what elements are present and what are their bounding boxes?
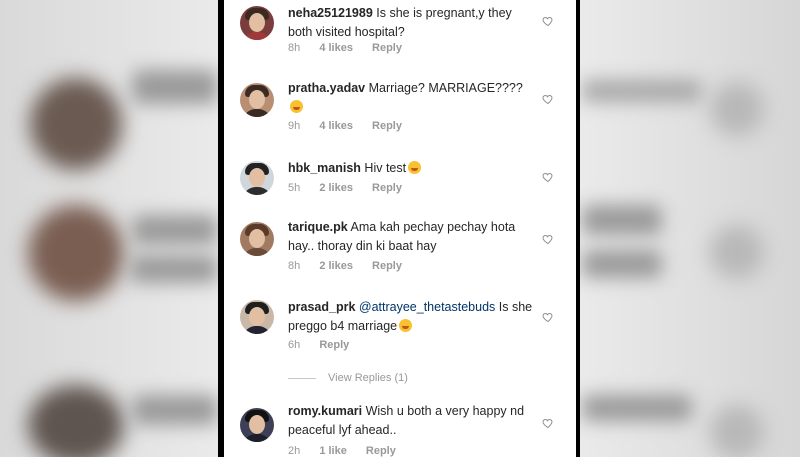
emoji-icon — [399, 319, 413, 332]
comment-likes[interactable]: 1 like — [319, 445, 347, 457]
blurred-text — [132, 395, 218, 425]
blurred-avatar — [28, 385, 124, 457]
heart-outline-icon[interactable] — [542, 93, 554, 105]
comment-mention[interactable]: @attrayee_thetastebuds — [359, 300, 495, 314]
blurred-text — [582, 250, 662, 278]
avatar[interactable] — [240, 6, 274, 40]
comment-username[interactable]: prasad_prk — [288, 300, 355, 314]
avatar[interactable] — [240, 161, 274, 195]
comment-body: Marriage? MARRIAGE???? — [368, 81, 523, 95]
view-replies-link[interactable]: View Replies (1) — [288, 372, 408, 384]
divider-line — [288, 377, 316, 379]
comment-username[interactable]: romy.kumari — [288, 404, 362, 418]
comment-text: romy.kumari Wish u both a very happy nd … — [288, 402, 538, 440]
comment-meta: 5h 2 likes Reply — [288, 182, 418, 194]
comment-username[interactable]: neha25121989 — [288, 6, 373, 20]
comment-meta: 2h 1 like Reply — [288, 445, 412, 457]
avatar[interactable] — [240, 300, 274, 334]
blurred-heart — [710, 82, 764, 136]
comment-time: 2h — [288, 445, 301, 457]
comment-meta: 8h 4 likes Reply — [288, 42, 418, 54]
comment-likes[interactable]: 4 likes — [319, 120, 353, 132]
comment-time: 6h — [288, 339, 301, 351]
comment-likes[interactable]: 2 likes — [319, 182, 353, 194]
comment-text: tarique.pk Ama kah pechay pechay hota ha… — [288, 218, 538, 256]
reply-button[interactable]: Reply — [366, 445, 396, 457]
comment-meta: 9h 4 likes Reply — [288, 120, 418, 132]
reply-button[interactable]: Reply — [372, 42, 402, 54]
emoji-icon — [408, 161, 422, 174]
blurred-heart — [710, 405, 764, 457]
comment-username[interactable]: pratha.yadav — [288, 81, 365, 95]
view-replies-label: View Replies (1) — [328, 372, 408, 384]
heart-outline-icon[interactable] — [542, 311, 554, 323]
avatar[interactable] — [240, 222, 274, 256]
avatar[interactable] — [240, 408, 274, 442]
heart-outline-icon[interactable] — [542, 15, 554, 27]
reply-button[interactable]: Reply — [372, 260, 402, 272]
reply-button[interactable]: Reply — [372, 182, 402, 194]
comment-time: 5h — [288, 182, 301, 194]
reply-button[interactable]: Reply — [372, 120, 402, 132]
blurred-text — [582, 395, 692, 421]
blurred-text — [130, 255, 218, 283]
comment-time: 8h — [288, 42, 301, 54]
comment-likes[interactable]: 2 likes — [319, 260, 353, 272]
comment-username[interactable]: tarique.pk — [288, 220, 348, 234]
blurred-avatar — [28, 205, 124, 301]
avatar[interactable] — [240, 83, 274, 117]
heart-outline-icon[interactable] — [542, 233, 554, 245]
comments-panel: neha25121989 Is she is pregnant,y they b… — [224, 0, 576, 457]
comment-text: pratha.yadav Marriage? MARRIAGE???? — [288, 79, 538, 117]
emoji-icon — [290, 100, 303, 113]
blurred-heart — [710, 225, 764, 279]
blurred-text — [582, 205, 662, 235]
blurred-text — [132, 215, 218, 245]
blurred-text — [582, 80, 702, 102]
comment-likes[interactable]: 4 likes — [319, 42, 353, 54]
comment-time: 9h — [288, 120, 301, 132]
comment-meta: 6h Reply — [288, 339, 365, 351]
comment-text: neha25121989 Is she is pregnant,y they b… — [288, 4, 538, 42]
blurred-text — [132, 70, 218, 104]
comment-time: 8h — [288, 260, 301, 272]
comment-text: prasad_prk @attrayee_thetastebuds Is she… — [288, 298, 538, 336]
comment-text: hbk_manish Hiv test — [288, 159, 538, 178]
comment-body: Hiv test — [364, 161, 407, 175]
blurred-avatar — [30, 78, 122, 170]
heart-outline-icon[interactable] — [542, 171, 554, 183]
reply-button[interactable]: Reply — [319, 339, 349, 351]
comment-meta: 8h 2 likes Reply — [288, 260, 418, 272]
heart-outline-icon[interactable] — [542, 417, 554, 429]
comment-username[interactable]: hbk_manish — [288, 161, 361, 175]
